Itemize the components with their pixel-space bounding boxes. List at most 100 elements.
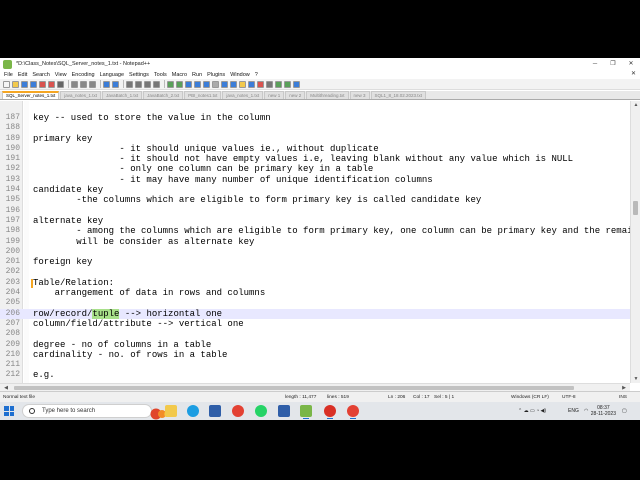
vertical-scrollbar[interactable]: ▲ ▼	[630, 101, 640, 383]
tab-pbi-notes1-txt[interactable]: PBI_notes1.txt	[184, 91, 222, 99]
menu-settings[interactable]: Settings	[129, 72, 149, 78]
menu-plugins[interactable]: Plugins	[207, 72, 225, 78]
close-document-icon[interactable]: ✕	[631, 70, 636, 79]
tab-sql-server-notes-1-txt[interactable]: SQL_Server_notes_1.txt	[2, 91, 60, 99]
doc-map-icon[interactable]	[221, 80, 228, 88]
monitor-icon[interactable]	[248, 80, 255, 88]
tab-javabatch-2-txt[interactable]: JavaBatch_2.txt	[143, 91, 184, 99]
toolbar-separator	[123, 80, 124, 88]
vertical-scroll-thumb[interactable]	[633, 201, 638, 215]
menu-encoding[interactable]: Encoding	[72, 72, 95, 78]
undo-icon[interactable]	[103, 80, 110, 88]
tray-language[interactable]: ENG	[568, 402, 579, 420]
editor[interactable]: 187 key -- used to store the value in the…	[0, 101, 640, 390]
new-icon[interactable]	[3, 80, 10, 88]
scroll-up-icon[interactable]: ▲	[631, 101, 640, 109]
menu-language[interactable]: Language	[100, 72, 124, 78]
play-multi-icon[interactable]	[284, 80, 291, 88]
save-macro-icon[interactable]	[293, 80, 300, 88]
chrome-2-icon[interactable]	[347, 405, 359, 419]
save-all-icon[interactable]	[30, 80, 37, 88]
tab-java-notes-1-txt[interactable]: java_notes_1.txt	[60, 91, 102, 99]
redo-icon[interactable]	[112, 80, 119, 88]
scroll-down-icon[interactable]: ▼	[631, 375, 640, 383]
minimize-button[interactable]: ─	[586, 58, 604, 70]
line-number: 203	[5, 277, 20, 287]
menu-file[interactable]: File	[4, 72, 13, 78]
z-app-icon[interactable]	[209, 405, 221, 417]
cut-icon[interactable]	[71, 80, 78, 88]
toolbar-separator	[100, 80, 101, 88]
print-icon[interactable]	[57, 80, 64, 88]
whatsapp-icon[interactable]	[255, 405, 267, 417]
sync-h-icon[interactable]	[176, 80, 183, 88]
file-explorer-icon[interactable]	[165, 405, 177, 417]
menu-view[interactable]: View	[55, 72, 67, 78]
tab-new-2[interactable]: new 2	[285, 91, 306, 99]
change-marker	[31, 278, 33, 288]
menu-tools[interactable]: Tools	[154, 72, 167, 78]
chrome-profile-icon[interactable]	[324, 405, 336, 419]
tab-new-1[interactable]: new 1	[264, 91, 285, 99]
line-number: 197	[5, 215, 20, 225]
tab-sql1-8-18-02-2023-txt[interactable]: SQL1_8_18.02.2023.txt	[370, 91, 427, 99]
notifications-icon[interactable]: ▢	[622, 402, 627, 420]
horizontal-scroll-thumb[interactable]	[14, 386, 574, 390]
chrome-icon[interactable]	[232, 405, 244, 417]
lang-icon[interactable]	[212, 80, 219, 88]
tab-new-3[interactable]: new 3	[349, 91, 370, 99]
zoom-out-icon[interactable]	[153, 80, 160, 88]
sync-v-icon[interactable]	[167, 80, 174, 88]
selected-word: tuple	[92, 308, 120, 319]
stop-icon[interactable]	[266, 80, 273, 88]
tab-javabatch-1-txt[interactable]: JavaBatch_1.txt	[102, 91, 143, 99]
line-number: 212	[5, 370, 20, 380]
tab-java-notes-1-txt[interactable]: java_notes_1.txt	[222, 91, 264, 99]
editor-line: 208	[0, 329, 630, 339]
menu-run[interactable]: Run	[192, 72, 202, 78]
open-icon[interactable]	[12, 80, 19, 88]
screen: *D:\Class_Notes\SQL_Server_notes_1.txt -…	[0, 0, 640, 480]
menu-window[interactable]: Window	[230, 72, 250, 78]
close-button[interactable]: ✕	[622, 58, 640, 70]
editor-line: 205	[0, 298, 630, 308]
find-icon[interactable]	[126, 80, 133, 88]
wifi-icon[interactable]: ◠	[584, 402, 588, 420]
indent-guide-icon[interactable]	[203, 80, 210, 88]
replace-icon[interactable]	[135, 80, 142, 88]
close-all-icon[interactable]	[48, 80, 55, 88]
paste-icon[interactable]	[89, 80, 96, 88]
editor-lines: 187 key -- used to store the value in the…	[0, 113, 640, 381]
taskbar: Type here to search ⌃ ☁ ▭ ◔ ◀) ENG ◠ 08:…	[0, 402, 640, 420]
menu-edit[interactable]: Edit	[18, 72, 27, 78]
line-text: - it should not have empty values i.e, l…	[33, 154, 574, 165]
copy-icon[interactable]	[80, 80, 87, 88]
line-number: 187	[5, 113, 20, 122]
func-list-icon[interactable]	[230, 80, 237, 88]
menu-help[interactable]: ?	[255, 72, 258, 78]
wrap-icon[interactable]	[185, 80, 192, 88]
edge-icon[interactable]	[187, 405, 199, 417]
maximize-button[interactable]: ❐	[604, 58, 622, 70]
menu-macro[interactable]: Macro	[172, 72, 187, 78]
close-icon[interactable]	[39, 80, 46, 88]
record-icon[interactable]	[257, 80, 264, 88]
zoom-in-icon[interactable]	[144, 80, 151, 88]
menu-search[interactable]: Search	[32, 72, 49, 78]
all-chars-icon[interactable]	[194, 80, 201, 88]
taskbar-clock[interactable]: 08:37 28-11-2023	[591, 405, 616, 417]
tray-icons[interactable]: ⌃ ☁ ▭ ◔ ◀)	[518, 402, 546, 420]
folder-icon[interactable]	[239, 80, 246, 88]
windows-start-icon[interactable]	[4, 406, 14, 416]
line-text-after: --> horizontal one	[119, 308, 223, 319]
line-text: - among the columns which are eligible t…	[33, 226, 640, 237]
horizontal-scrollbar[interactable]: ◀ ▶	[0, 383, 630, 391]
tab-multithreading-txt[interactable]: Multithreading.txt	[306, 91, 349, 99]
z-app-2-icon[interactable]	[278, 405, 290, 417]
taskbar-search[interactable]: Type here to search	[22, 404, 170, 420]
line-number: 206	[5, 308, 20, 318]
line-text: -the columns which are eligible to form …	[33, 195, 482, 206]
play-icon[interactable]	[275, 80, 282, 88]
save-icon[interactable]	[21, 80, 28, 88]
notepadpp-taskbar-icon[interactable]	[300, 405, 312, 419]
